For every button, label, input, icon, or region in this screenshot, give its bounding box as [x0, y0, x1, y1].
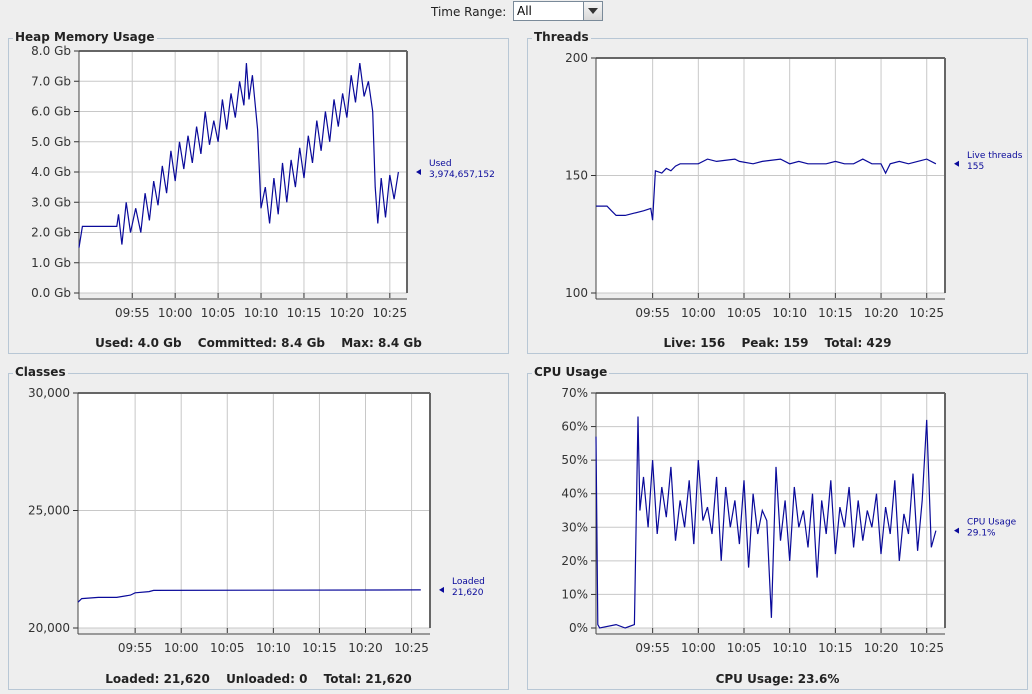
y-tick-label: 6.0 Gb [31, 105, 71, 119]
heap-used-text: Used: 4.0 Gb [95, 336, 182, 350]
y-tick-label: 4.0 Gb [31, 165, 71, 179]
cpu-summary: CPU Usage: 23.6% [528, 672, 1027, 686]
series-marker-name: Live threads [967, 151, 1023, 161]
y-tick-label: 40% [561, 487, 588, 501]
classes-total-text: Total: 21,620 [323, 672, 412, 686]
y-tick-label: 60% [561, 420, 588, 434]
time-range-value: All [517, 4, 532, 18]
x-tick-label: 10:15 [287, 306, 322, 320]
threads-panel: Threads 100 150 200 09:55 10:00 10:05 10:10 10:… [527, 30, 1028, 354]
x-tick-label: 10:00 [681, 306, 716, 320]
x-tick-label: 10:25 [909, 306, 944, 320]
series-marker-value: 29.1% [967, 529, 996, 539]
series-marker-value: 21,620 [452, 588, 484, 598]
threads-chart: 100 150 200 09:55 10:00 10:05 10:10 10:15 10:20 1… [565, 51, 1023, 320]
x-tick-label: 10:10 [244, 306, 279, 320]
threads-peak-text: Peak: 159 [741, 336, 809, 350]
x-tick-label: 10:20 [864, 641, 899, 655]
x-tick-label: 10:00 [681, 641, 716, 655]
x-tick-label: 10:10 [256, 641, 291, 655]
y-tick-label: 100 [565, 286, 588, 300]
cpu-usage-chart: 0% 10% 20% 30% 40% 50% 60% 70% 09:55 10:00 10:05 10… [561, 386, 1017, 655]
y-tick-label: 10% [561, 587, 588, 601]
series-marker-name: CPU Usage [967, 518, 1017, 528]
x-tick-label: 10:10 [772, 641, 807, 655]
x-tick-label: 10:00 [158, 306, 193, 320]
classes-summary: Loaded: 21,620 Unloaded: 0 Total: 21,620 [9, 672, 508, 686]
series-marker-arrow [954, 527, 959, 534]
heap-summary: Used: 4.0 Gb Committed: 8.4 Gb Max: 8.4 … [9, 336, 508, 350]
y-tick-label: 70% [561, 386, 588, 400]
x-tick-label: 10:15 [818, 641, 853, 655]
y-tick-label: 0.0 Gb [31, 286, 71, 300]
cpu-usage-text: CPU Usage: 23.6% [715, 672, 840, 686]
x-tick-label: 10:05 [201, 306, 236, 320]
x-tick-label: 10:15 [818, 306, 853, 320]
y-tick-label: 30% [561, 520, 588, 534]
y-tick-label: 3.0 Gb [31, 195, 71, 209]
heap-memory-chart: 0.0 Gb 1.0 Gb 2.0 Gb 3.0 Gb 4.0 Gb 5.0 Gb 6.0 … [31, 44, 495, 320]
x-tick-label: 10:25 [909, 641, 944, 655]
heap-memory-panel: Heap Memory Usage 0.0 Gb 1.0 Gb 2.0 Gb 3.0 … [8, 30, 509, 354]
chevron-down-icon[interactable] [583, 2, 602, 20]
y-tick-label: 20% [561, 554, 588, 568]
x-tick-label: 10:05 [210, 641, 245, 655]
heap-max-text: Max: 8.4 Gb [341, 336, 422, 350]
threads-total-text: Total: 429 [824, 336, 892, 350]
x-tick-label: 10:20 [864, 306, 899, 320]
series-marker-name: Loaded [452, 577, 485, 587]
x-tick-label: 10:25 [373, 306, 408, 320]
x-tick-label: 09:55 [118, 641, 153, 655]
classes-unloaded-text: Unloaded: 0 [226, 672, 308, 686]
y-tick-label: 1.0 Gb [31, 256, 71, 270]
y-tick-label: 20,000 [28, 621, 70, 635]
series-marker-arrow [439, 586, 444, 593]
y-tick-label: 2.0 Gb [31, 226, 71, 240]
y-tick-label: 200 [565, 51, 588, 65]
series-marker-arrow [416, 169, 421, 175]
y-tick-label: 5.0 Gb [31, 135, 71, 149]
threads-live-text: Live: 156 [663, 336, 726, 350]
series-marker-arrow [954, 160, 959, 167]
heap-committed-text: Committed: 8.4 Gb [197, 336, 326, 350]
x-tick-label: 10:25 [394, 641, 429, 655]
series-marker-value: 3,974,657,152 [429, 170, 495, 180]
series-marker-value: 155 [967, 162, 984, 172]
x-tick-label: 10:10 [772, 306, 807, 320]
y-tick-label: 150 [565, 169, 588, 183]
x-tick-label: 09:55 [635, 641, 670, 655]
y-tick-label: 50% [561, 453, 588, 467]
toolbar: Time Range: All [0, 0, 1032, 26]
x-tick-label: 10:20 [330, 306, 365, 320]
x-tick-label: 10:05 [727, 306, 762, 320]
time-range-label: Time Range: [431, 5, 507, 19]
y-tick-label: 8.0 Gb [31, 44, 71, 58]
time-range-select[interactable]: All [513, 1, 603, 21]
y-tick-label: 0% [569, 621, 588, 635]
y-tick-label: 7.0 Gb [31, 74, 71, 88]
y-tick-label: 25,000 [28, 504, 70, 518]
x-tick-label: 10:20 [348, 641, 383, 655]
cpu-usage-panel: CPU Usage 0% 10% 20% 30% 40% 50% 60% 70% 09:55 10… [527, 365, 1028, 690]
threads-summary: Live: 156 Peak: 159 Total: 429 [528, 336, 1027, 350]
series-marker-name: Used [429, 159, 452, 169]
x-tick-label: 10:15 [302, 641, 337, 655]
classes-panel: Classes 20,000 25,000 30,000 09:55 10:00 10:0… [8, 365, 509, 690]
x-tick-label: 09:55 [635, 306, 670, 320]
x-tick-label: 10:05 [727, 641, 762, 655]
classes-loaded-text: Loaded: 21,620 [105, 672, 210, 686]
x-tick-label: 09:55 [115, 306, 150, 320]
classes-chart: 20,000 25,000 30,000 09:55 10:00 10:05 10:10 10… [28, 386, 485, 655]
y-tick-label: 30,000 [28, 386, 70, 400]
x-tick-label: 10:00 [164, 641, 199, 655]
